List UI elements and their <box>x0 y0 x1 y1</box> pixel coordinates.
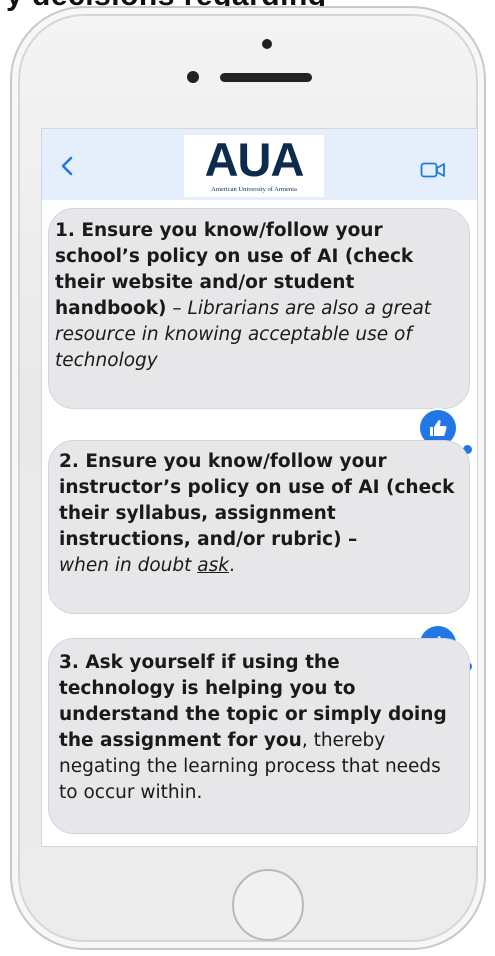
message-2-bold: 2. Ensure you know/follow your instructo… <box>59 451 455 550</box>
earpiece-speaker <box>220 73 312 82</box>
message-2-italic: when in doubt <box>59 555 198 576</box>
message-3-bold: 3. Ask yourself if using the technology … <box>59 652 447 751</box>
chat-screen: AUA American University of Armenia 1. En… <box>41 128 478 847</box>
message-1-separator: – <box>166 298 188 319</box>
chat-header: AUA American University of Armenia <box>42 129 477 200</box>
video-camera-icon[interactable] <box>420 161 446 179</box>
thumbs-up-icon <box>430 420 447 436</box>
proximity-sensor <box>187 71 199 83</box>
logo-subtitle: American University of Armenia <box>211 186 297 193</box>
front-camera <box>262 39 272 49</box>
chevron-left-icon[interactable] <box>60 156 74 176</box>
message-2-end: . <box>228 555 235 576</box>
chat-bubble-1: 1. Ensure you know/follow your school’s … <box>48 208 470 409</box>
logo-text: AUA <box>204 133 305 186</box>
chat-bubble-3: 3. Ask yourself if using the technology … <box>48 638 470 834</box>
message-2-underlined: ask <box>197 555 229 576</box>
home-button[interactable] <box>232 869 304 941</box>
aua-logo: AUA American University of Armenia <box>184 135 324 197</box>
chat-bubble-2: 2. Ensure you know/follow your instructo… <box>48 440 470 614</box>
